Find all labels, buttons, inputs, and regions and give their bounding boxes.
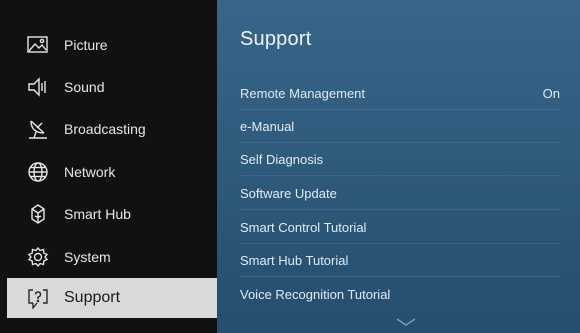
menu-item-broadcasting[interactable]: Broadcasting <box>0 109 217 149</box>
option-remote-management[interactable]: Remote Management On <box>240 77 560 110</box>
network-icon <box>26 161 50 183</box>
support-icon <box>26 287 50 309</box>
support-panel: Support Remote Management On e-Manual Se… <box>217 0 580 333</box>
picture-icon <box>26 34 50 56</box>
system-icon <box>26 246 50 268</box>
smart-hub-icon <box>26 203 50 225</box>
option-self-diagnosis[interactable]: Self Diagnosis <box>240 143 560 176</box>
menu-item-system[interactable]: System <box>0 237 217 277</box>
menu-item-label: Support <box>64 289 121 306</box>
settings-menu: Picture Sound Broadcasting Network Smart… <box>0 0 217 333</box>
tv-settings-screen: Picture Sound Broadcasting Network Smart… <box>0 0 580 333</box>
menu-item-support[interactable]: Support <box>7 278 217 318</box>
option-label: Software Update <box>240 185 337 201</box>
option-software-update[interactable]: Software Update <box>240 177 560 210</box>
option-label: e-Manual <box>240 118 295 134</box>
sound-icon <box>26 76 50 98</box>
option-e-manual[interactable]: e-Manual <box>240 110 560 143</box>
option-label: Remote Management <box>240 85 366 101</box>
option-smart-hub-tutorial[interactable]: Smart Hub Tutorial <box>240 244 560 277</box>
option-label: Voice Recognition Tutorial <box>240 287 391 302</box>
option-value: On <box>542 85 560 101</box>
menu-item-label: Smart Hub <box>64 206 131 222</box>
option-voice-recognition-tutorial[interactable]: Voice Recognition Tutorial <box>240 278 560 311</box>
menu-item-sound[interactable]: Sound <box>0 67 217 107</box>
menu-item-label: Broadcasting <box>64 121 146 137</box>
option-smart-control-tutorial[interactable]: Smart Control Tutorial <box>240 211 560 244</box>
menu-item-smart-hub[interactable]: Smart Hub <box>0 194 217 234</box>
menu-item-label: Sound <box>64 79 105 95</box>
menu-item-label: Picture <box>64 37 108 53</box>
option-label: Self Diagnosis <box>240 151 324 167</box>
broadcasting-icon <box>26 118 50 140</box>
chevron-down-icon[interactable] <box>395 316 417 328</box>
panel-title: Support <box>240 28 312 50</box>
menu-item-label: System <box>64 249 111 265</box>
menu-item-picture[interactable]: Picture <box>0 25 217 65</box>
menu-item-network[interactable]: Network <box>0 152 217 192</box>
menu-item-label: Network <box>64 164 116 180</box>
option-label: Smart Control Tutorial <box>240 219 367 235</box>
option-label: Smart Hub Tutorial <box>240 252 349 268</box>
